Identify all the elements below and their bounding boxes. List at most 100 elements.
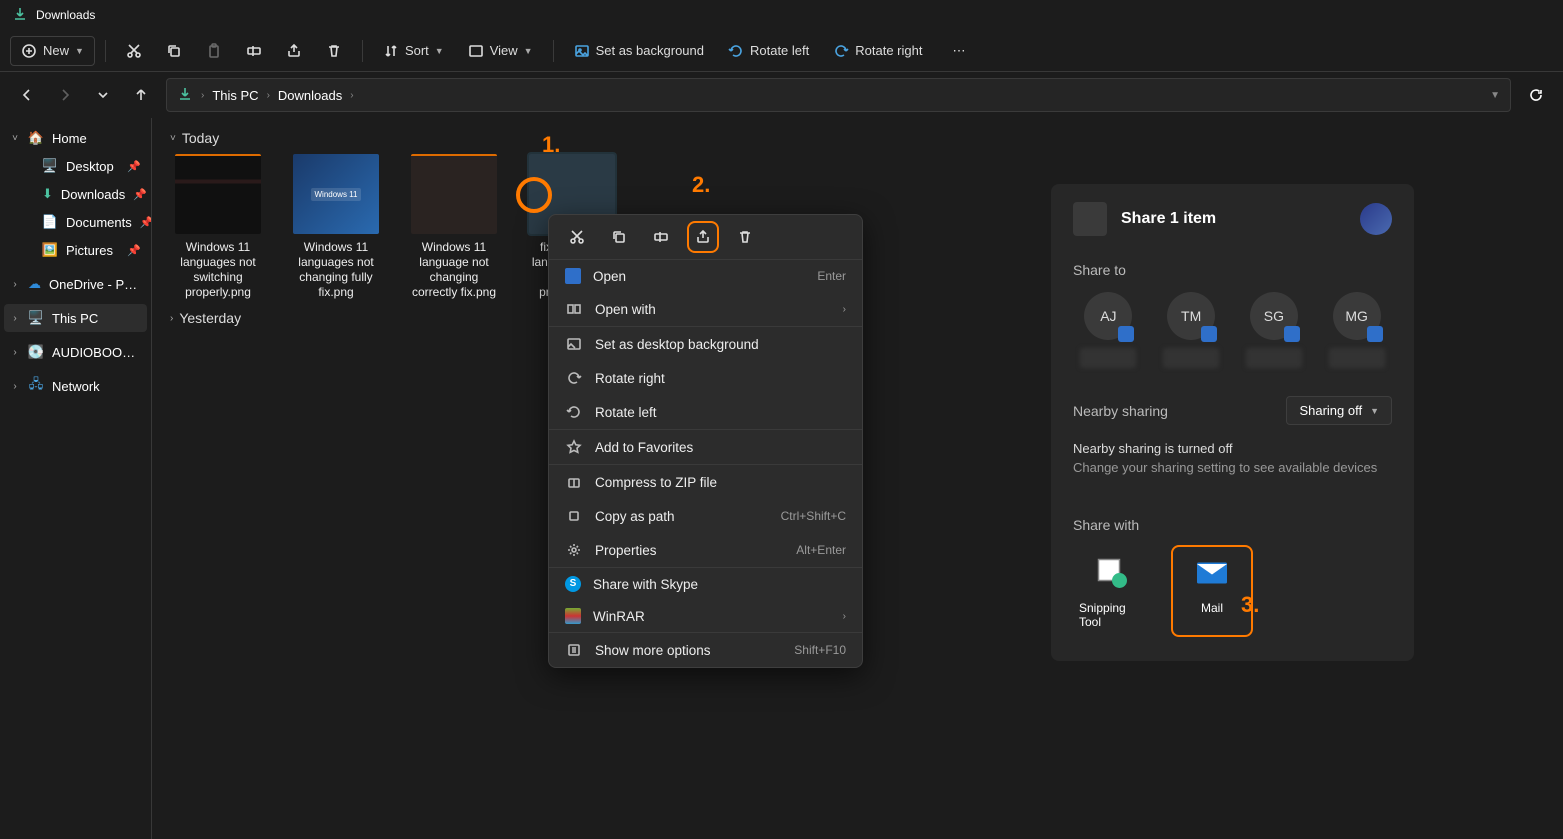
breadcrumb-thispc[interactable]: This PC xyxy=(212,88,258,103)
delete-button[interactable] xyxy=(316,37,352,65)
file-item[interactable]: Windows 11 languages not switching prope… xyxy=(170,154,266,300)
share-contact[interactable]: AJ xyxy=(1077,292,1140,368)
breadcrumb-downloads[interactable]: Downloads xyxy=(278,88,342,103)
more-button[interactable]: ⋯ xyxy=(942,37,975,65)
address-bar[interactable]: › This PC › Downloads › ▼ xyxy=(166,78,1511,112)
ctx-compress-zip[interactable]: Compress to ZIP file xyxy=(549,465,862,499)
ctx-properties[interactable]: Properties Alt+Enter xyxy=(549,533,862,567)
contact-avatar: SG xyxy=(1250,292,1298,340)
copy-button[interactable] xyxy=(156,37,192,65)
new-button[interactable]: New ▼ xyxy=(10,36,95,66)
chevron-right-icon[interactable]: › xyxy=(10,347,20,358)
rotate-left-icon xyxy=(565,403,583,421)
ctx-copy-path[interactable]: Copy as path Ctrl+Shift+C xyxy=(549,499,862,533)
pin-icon: 📌 xyxy=(127,160,141,173)
share-contact[interactable]: SG xyxy=(1243,292,1306,368)
sidebar-item-network[interactable]: › 🖧 Network xyxy=(4,372,147,400)
recent-button[interactable] xyxy=(86,78,120,112)
snipping-tool-icon xyxy=(1092,553,1132,593)
chevron-right-icon: › xyxy=(201,90,204,101)
chevron-right-icon[interactable]: › xyxy=(10,381,20,392)
back-button[interactable] xyxy=(10,78,44,112)
contact-name-blurred xyxy=(1246,348,1302,368)
ctx-add-favorites[interactable]: Add to Favorites xyxy=(549,430,862,464)
ctx-open[interactable]: Open Enter xyxy=(549,260,862,292)
chevron-down-icon: ▼ xyxy=(524,46,533,56)
chevron-right-icon[interactable]: › xyxy=(10,313,20,324)
ctx-label: Rotate right xyxy=(595,371,665,386)
ctx-label: Open with xyxy=(595,302,656,317)
nearby-sharing-select[interactable]: Sharing off ▼ xyxy=(1286,396,1392,425)
contact-name-blurred xyxy=(1163,348,1219,368)
chevron-down-icon: ▼ xyxy=(1370,406,1379,416)
chevron-right-icon: › xyxy=(843,304,846,315)
downloads-icon xyxy=(177,86,193,105)
sidebar-item-label: Home xyxy=(52,131,87,146)
ctx-winrar[interactable]: WinRAR › xyxy=(549,600,862,632)
chevron-down-icon: ˅ xyxy=(170,133,176,144)
nearby-select-value: Sharing off xyxy=(1299,403,1362,418)
copy-path-icon xyxy=(565,507,583,525)
rotate-right-button[interactable]: Rotate right xyxy=(823,37,932,65)
nav-row: › This PC › Downloads › ▼ xyxy=(0,72,1563,118)
forward-button[interactable] xyxy=(48,78,82,112)
sidebar-item-pictures[interactable]: 🖼️ Pictures 📌 xyxy=(18,236,147,264)
group-label: Yesterday xyxy=(179,310,241,326)
ctx-open-with[interactable]: Open with › xyxy=(549,292,862,326)
share-contact[interactable]: TM xyxy=(1160,292,1223,368)
pc-icon: 🖥️ xyxy=(28,310,44,326)
view-label: View xyxy=(490,43,518,58)
sort-label: Sort xyxy=(405,43,429,58)
sidebar-item-label: Pictures xyxy=(66,243,113,258)
chevron-down-icon[interactable]: ˅ xyxy=(10,133,20,144)
rotate-left-button[interactable]: Rotate left xyxy=(718,37,819,65)
view-button[interactable]: View ▼ xyxy=(458,37,543,65)
ctx-show-more[interactable]: Show more options Shift+F10 xyxy=(549,633,862,667)
file-item[interactable]: Windows 11 language not changing correct… xyxy=(406,154,502,300)
share-to-label: Share to xyxy=(1073,262,1392,278)
ctx-cut-button[interactable] xyxy=(565,225,589,249)
chevron-right-icon[interactable]: › xyxy=(10,279,20,290)
ctx-share-button[interactable] xyxy=(691,225,715,249)
sidebar-item-onedrive[interactable]: › ☁ OneDrive - Personal xyxy=(4,270,147,298)
sidebar-item-downloads[interactable]: ⬇ Downloads 📌 xyxy=(18,180,147,208)
chevron-right-icon: › xyxy=(350,90,353,101)
open-with-icon xyxy=(565,300,583,318)
rotate-right-label: Rotate right xyxy=(855,43,922,58)
title-bar: Downloads xyxy=(0,0,1563,30)
ctx-copy-button[interactable] xyxy=(607,225,631,249)
cut-button[interactable] xyxy=(116,37,152,65)
ctx-share-skype[interactable]: S Share with Skype xyxy=(549,568,862,600)
sidebar-item-thispc[interactable]: › 🖥️ This PC xyxy=(4,304,147,332)
sidebar-item-home[interactable]: ˅ 🏠 Home xyxy=(4,124,147,152)
ctx-rotate-right[interactable]: Rotate right xyxy=(549,361,862,395)
user-avatar[interactable] xyxy=(1360,203,1392,235)
ctx-set-background[interactable]: Set as desktop background xyxy=(549,327,862,361)
share-contact[interactable]: MG xyxy=(1325,292,1388,368)
sidebar-item-desktop[interactable]: 🖥️ Desktop 📌 xyxy=(18,152,147,180)
ctx-label: Set as desktop background xyxy=(595,337,759,352)
sort-button[interactable]: Sort ▼ xyxy=(373,37,454,65)
share-app-mail[interactable]: Mail xyxy=(1173,547,1251,635)
share-app-snipping-tool[interactable]: Snipping Tool xyxy=(1073,547,1151,635)
context-menu: Open Enter Open with › Set as desktop ba… xyxy=(548,214,863,668)
ctx-rotate-left[interactable]: Rotate left xyxy=(549,395,862,429)
chevron-down-icon[interactable]: ▼ xyxy=(1490,90,1500,101)
set-background-button[interactable]: Set as background xyxy=(564,37,714,65)
paste-button[interactable] xyxy=(196,37,232,65)
sidebar-item-documents[interactable]: 📄 Documents 📌 xyxy=(18,208,147,236)
sidebar-item-label: Desktop xyxy=(66,159,114,174)
sidebar-item-audiobooks[interactable]: › 💽 AUDIOBOOKS (D:) xyxy=(4,338,147,366)
ctx-shortcut: Ctrl+Shift+C xyxy=(781,509,846,523)
file-item[interactable]: Windows 11 Windows 11 languages not chan… xyxy=(288,154,384,300)
share-button[interactable] xyxy=(276,37,312,65)
refresh-button[interactable] xyxy=(1519,78,1553,112)
ctx-rename-button[interactable] xyxy=(649,225,673,249)
group-today[interactable]: ˅ Today xyxy=(170,130,1545,146)
ctx-delete-button[interactable] xyxy=(733,225,757,249)
up-button[interactable] xyxy=(124,78,158,112)
pin-icon: 📌 xyxy=(140,216,152,229)
skype-icon: S xyxy=(565,576,581,592)
chevron-right-icon: › xyxy=(843,611,846,622)
rename-button[interactable] xyxy=(236,37,272,65)
